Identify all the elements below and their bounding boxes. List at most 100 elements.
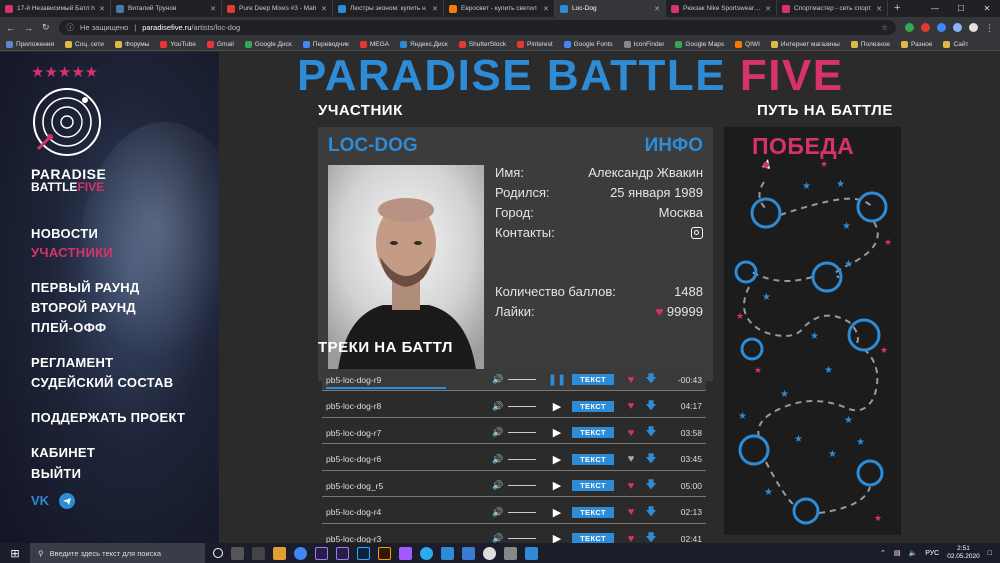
lyrics-button[interactable]: ТЕКСТ [572, 400, 614, 412]
language-indicator[interactable]: РУС [925, 550, 939, 557]
illustrator-icon[interactable] [378, 546, 391, 560]
bookmark-item[interactable]: Соц. сети [65, 40, 104, 48]
info-icon[interactable]: ⓘ [67, 22, 75, 33]
bookmark-item[interactable]: Сайт [943, 40, 968, 48]
app-icon[interactable] [441, 546, 454, 560]
tab-close-icon[interactable]: ✕ [432, 5, 438, 13]
bookmark-item[interactable]: Google Fonts [563, 40, 613, 48]
nav-item[interactable]: ВЫЙТИ [31, 466, 81, 481]
url-input[interactable]: ⓘ Не защищено | paradisefive.ru/artists/… [58, 20, 896, 35]
tab-close-icon[interactable]: ✕ [765, 5, 771, 13]
like-heart-icon[interactable]: ♥ [624, 506, 638, 518]
play-icon[interactable]: ▶ [546, 453, 568, 466]
after-effects-icon[interactable] [336, 546, 349, 560]
volume-slider[interactable] [508, 379, 536, 380]
bookmark-item[interactable]: Разное [901, 40, 932, 48]
bookmark-item[interactable]: YouTube [160, 40, 196, 48]
track-progress-bar[interactable] [326, 387, 446, 389]
bookmark-item[interactable]: Pinterest [517, 40, 553, 48]
profile-avatar[interactable] [969, 23, 978, 32]
tab-close-icon[interactable]: ✕ [99, 5, 105, 13]
start-icon[interactable]: ⊞ [0, 547, 30, 560]
nav-item[interactable]: КАБИНЕТ [31, 445, 95, 460]
nav-item[interactable]: ПЛЕЙ-ОФФ [31, 320, 106, 335]
like-heart-icon[interactable]: ♥ [624, 374, 638, 386]
lyrics-button[interactable]: ТЕКСТ [572, 480, 614, 491]
bookmark-star-icon[interactable]: ☆ [881, 23, 888, 32]
play-icon[interactable]: ▶ [546, 506, 568, 519]
volume-slider[interactable] [508, 405, 536, 407]
volume-slider[interactable] [508, 538, 536, 539]
download-arrow-icon[interactable]: 🡇 [644, 370, 658, 389]
premiere-icon[interactable] [315, 546, 328, 560]
vk-icon[interactable]: VK [31, 493, 49, 509]
lyrics-button[interactable]: ТЕКСТ [572, 374, 614, 385]
nav-item[interactable]: УЧАСТНИКИ [31, 245, 113, 260]
telegram-app-icon[interactable] [420, 546, 433, 560]
extension-icon[interactable] [921, 23, 930, 32]
clock[interactable]: 2:51 02.05.2020 [947, 545, 980, 561]
bookmark-item[interactable]: Интернет магазины [770, 40, 840, 48]
nav-item[interactable]: ПЕРВЫЙ РАУНД [31, 280, 140, 295]
download-arrow-icon[interactable]: 🡇 [644, 529, 658, 543]
close-icon[interactable]: ✕ [974, 0, 1000, 17]
task-view-icon[interactable] [231, 546, 244, 560]
nav-item[interactable]: ПОДДЕРЖАТЬ ПРОЕКТ [31, 410, 185, 425]
lyrics-button[interactable]: ТЕКСТ [572, 453, 614, 465]
bookmark-item[interactable]: Яндекс.Диск [399, 40, 448, 48]
like-heart-icon[interactable]: ♥ [624, 533, 638, 544]
download-arrow-icon[interactable]: 🡇 [644, 397, 658, 416]
telegram-icon[interactable] [59, 493, 76, 509]
new-tab-button[interactable]: + [888, 0, 906, 17]
volume-icon[interactable]: 🔊 [492, 507, 508, 518]
bookmark-item[interactable]: Gmail [206, 40, 234, 48]
network-icon[interactable]: ▤ [894, 549, 901, 557]
tab-close-icon[interactable]: ✕ [543, 5, 549, 13]
volume-icon[interactable]: 🔊 [492, 401, 508, 412]
extension-icon[interactable] [937, 23, 946, 32]
nav-item[interactable]: СУДЕЙСКИЙ СОСТАВ [31, 375, 173, 390]
browser-tab[interactable]: Спортмастер - сеть спорт ✕ [777, 0, 888, 17]
browser-tab[interactable]: Люстры эконом: купить н ✕ [333, 0, 444, 17]
volume-slider[interactable] [508, 458, 536, 460]
browser-tab[interactable]: Виталий Трунов ✕ [111, 0, 222, 17]
download-arrow-icon[interactable]: 🡇 [644, 503, 658, 522]
nav-item[interactable]: ВТОРОЙ РАУНД [31, 300, 136, 315]
browser-tab[interactable]: Евросвет - купить светил ✕ [444, 0, 555, 17]
bookmark-item[interactable]: QIWI [735, 40, 760, 48]
heart-icon[interactable]: ♥ [656, 304, 664, 319]
logo-icon[interactable] [30, 85, 104, 159]
volume-slider[interactable] [508, 485, 536, 486]
bookmark-item[interactable]: IconFinder [623, 40, 664, 48]
volume-slider[interactable] [508, 511, 536, 513]
tab-close-icon[interactable]: ✕ [654, 5, 660, 13]
volume-icon[interactable]: 🔊 [492, 480, 508, 491]
bookmark-item[interactable]: Google Диск [244, 40, 292, 48]
menu-icon[interactable]: ⋮ [985, 23, 994, 33]
volume-slider[interactable] [508, 432, 536, 433]
bookmark-item[interactable]: MEGA [359, 40, 389, 48]
cortana-icon[interactable] [213, 548, 223, 558]
app-icon[interactable] [462, 546, 475, 560]
chrome-icon[interactable] [294, 546, 307, 560]
lyrics-button[interactable]: ТЕКСТ [572, 506, 614, 518]
volume-icon[interactable]: 🔊 [492, 454, 508, 465]
maximize-icon[interactable]: ☐ [948, 0, 974, 17]
play-icon[interactable]: ▶ [546, 400, 568, 413]
back-icon[interactable]: ← [6, 23, 15, 33]
like-heart-icon[interactable]: ♥ [624, 427, 638, 439]
nav-item[interactable]: НОВОСТИ [31, 226, 98, 241]
instagram-icon[interactable] [691, 227, 703, 239]
bookmark-item[interactable]: Приложения [6, 40, 54, 48]
extension-icon[interactable] [905, 23, 914, 32]
tray-chevron-icon[interactable]: ⌃ [880, 549, 886, 557]
volume-icon[interactable]: 🔊 [492, 427, 508, 438]
photoshop-icon[interactable] [357, 546, 370, 560]
bookmark-item[interactable]: Переводчик [302, 40, 349, 48]
settings-icon[interactable] [504, 546, 517, 560]
bookmark-item[interactable]: ShutterStock [458, 40, 506, 48]
volume-icon[interactable]: 🔊 [492, 374, 508, 385]
pause-icon[interactable]: ❚❚ [546, 373, 568, 386]
browser-tab[interactable]: Loc-Dog ✕ [555, 0, 666, 17]
reload-icon[interactable]: ↻ [42, 22, 50, 33]
